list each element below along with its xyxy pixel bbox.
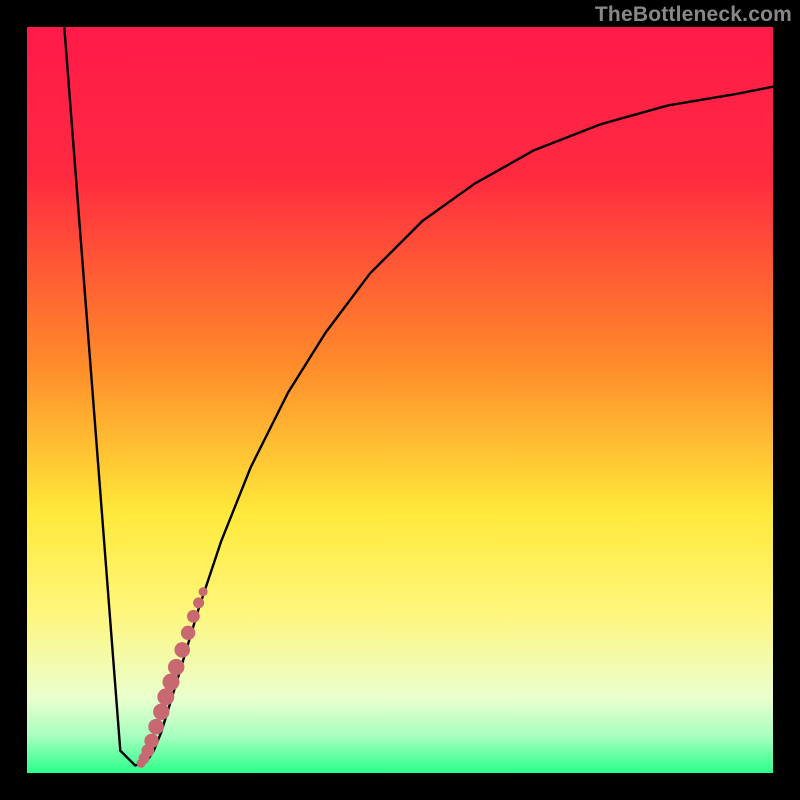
highlight-points [137, 587, 208, 768]
highlight-point [181, 626, 195, 640]
highlight-point [157, 688, 174, 705]
highlight-point [153, 704, 169, 720]
highlight-point [163, 674, 180, 691]
chart-overlay [27, 27, 773, 773]
highlight-point [193, 597, 204, 608]
chart-frame: TheBottleneck.com [0, 0, 800, 800]
highlight-point [199, 587, 208, 596]
plot-area [27, 27, 773, 773]
highlight-point [168, 659, 184, 675]
watermark-text: TheBottleneck.com [595, 3, 792, 27]
bottleneck-curve [64, 27, 773, 766]
highlight-point [144, 734, 158, 748]
highlight-point [148, 719, 164, 735]
highlight-point [187, 610, 200, 623]
highlight-point [174, 642, 190, 658]
